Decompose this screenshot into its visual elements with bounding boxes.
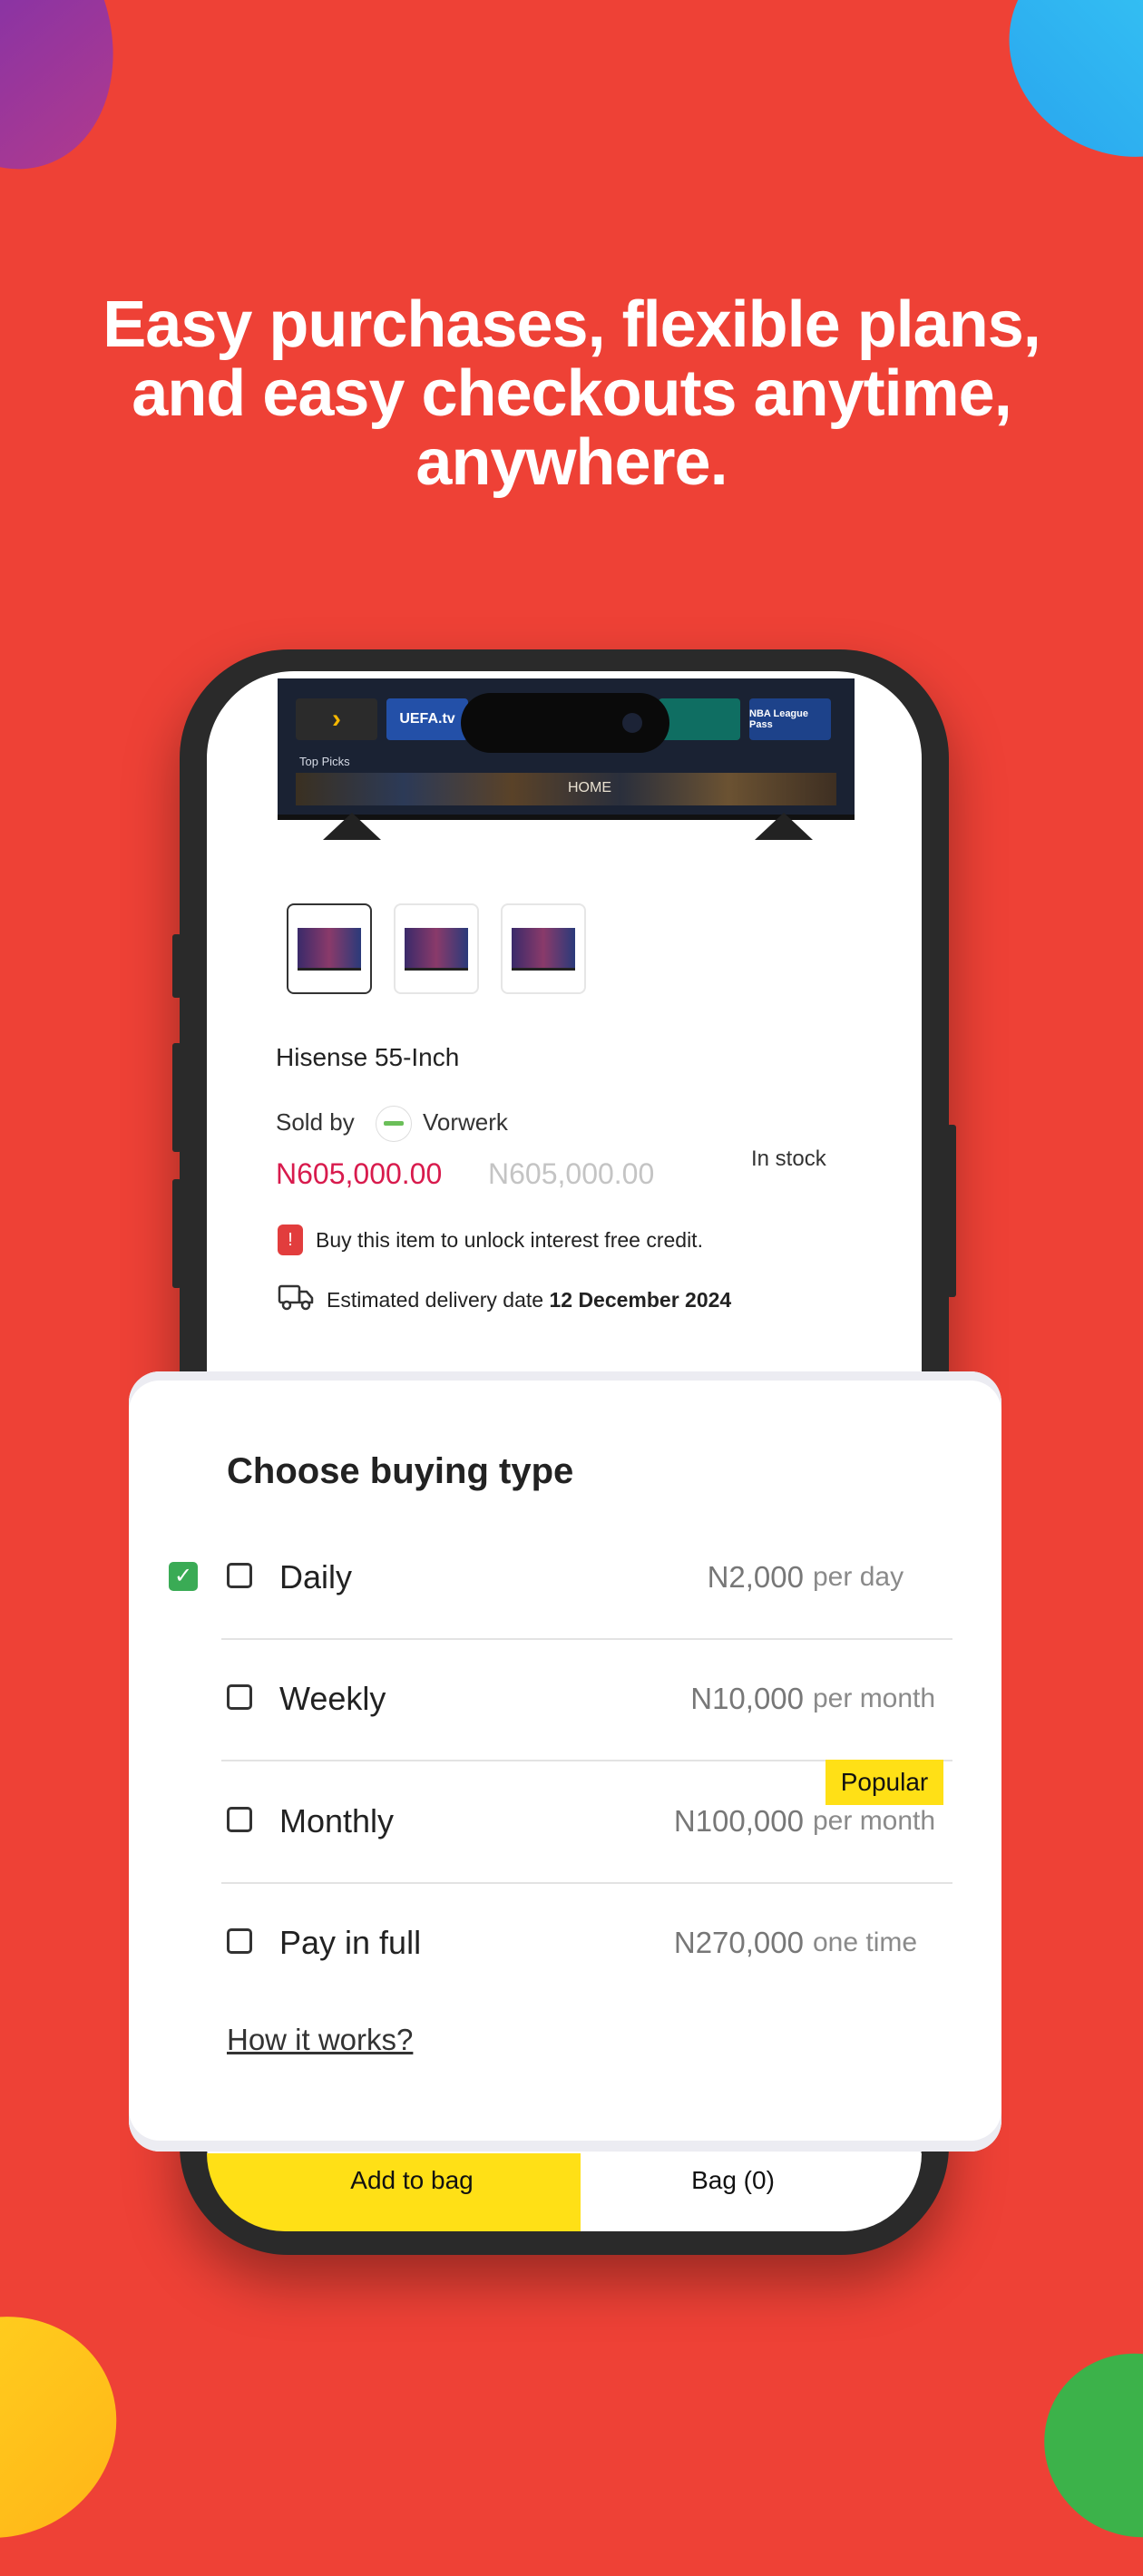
checkbox[interactable] bbox=[227, 1807, 252, 1832]
decorative-blob-purple bbox=[0, 0, 151, 201]
product-price: N605,000.00 bbox=[276, 1157, 443, 1190]
vendor-name[interactable]: Vorwerk bbox=[423, 1108, 508, 1137]
phone-power-button bbox=[947, 1125, 956, 1297]
truck-icon bbox=[278, 1284, 314, 1311]
option-label: Weekly bbox=[279, 1680, 386, 1717]
tv-tile-uefa: UEFA.tv bbox=[386, 698, 468, 740]
option-label: Daily bbox=[279, 1558, 353, 1595]
phone-side-button bbox=[172, 1179, 181, 1288]
product-name: Hisense 55-Inch bbox=[276, 1043, 460, 1071]
delivery-label: Estimated delivery date bbox=[327, 1288, 544, 1312]
credit-alert-icon: ! bbox=[278, 1225, 303, 1255]
bag-button[interactable]: Bag (0) bbox=[581, 2153, 922, 2231]
stock-status: In stock bbox=[751, 1147, 826, 1171]
option-row-weekly[interactable]: Weekly N10,000 per month bbox=[221, 1638, 952, 1761]
vendor-logo bbox=[376, 1106, 412, 1142]
sheet-title: Choose buying type bbox=[227, 1451, 574, 1491]
add-to-bag-button[interactable]: Add to bag bbox=[207, 2153, 581, 2231]
thumbnail-2[interactable] bbox=[394, 903, 479, 994]
tv-strip-label: HOME bbox=[568, 780, 611, 795]
tv-top-picks-label: Top Picks bbox=[299, 755, 350, 768]
tv-content-strip: HOME bbox=[296, 773, 836, 805]
how-it-works-link[interactable]: How it works? bbox=[227, 2023, 413, 2057]
decorative-blob-blue bbox=[973, 0, 1143, 195]
headline: Easy purchases, flexible plans, and easy… bbox=[103, 288, 1041, 499]
dynamic-island bbox=[461, 693, 669, 753]
sold-by-label: Sold by bbox=[276, 1108, 355, 1136]
checkbox[interactable] bbox=[227, 1928, 252, 1954]
option-label: Pay in full bbox=[279, 1924, 422, 1961]
option-period: per month bbox=[813, 1806, 936, 1836]
checkbox[interactable] bbox=[227, 1563, 252, 1588]
delivery-date: 12 December 2024 bbox=[549, 1288, 732, 1312]
thumbnail-1[interactable] bbox=[287, 903, 372, 994]
tv-tile-nba: NBA League Pass bbox=[749, 698, 831, 740]
option-amount: N270,000 bbox=[673, 1926, 804, 1959]
option-period: one time bbox=[813, 1927, 918, 1957]
tv-stand-right bbox=[755, 813, 813, 840]
tv-tile-plex: › bbox=[296, 698, 377, 740]
thumbnail-3[interactable] bbox=[501, 903, 586, 994]
product-old-price: N605,000.00 bbox=[488, 1157, 655, 1190]
phone-side-button bbox=[172, 1043, 181, 1152]
decorative-blob-green bbox=[1011, 2318, 1143, 2572]
checkbox[interactable] bbox=[227, 1684, 252, 1710]
option-amount: N100,000 bbox=[673, 1804, 804, 1838]
option-row-daily[interactable]: Daily N2,000 per day bbox=[221, 1517, 952, 1640]
option-amount: N10,000 bbox=[690, 1682, 804, 1715]
delivery-info: Estimated delivery date 12 December 2024 bbox=[327, 1288, 731, 1312]
decorative-blob-yellow bbox=[0, 2278, 153, 2576]
popular-badge: Popular bbox=[826, 1760, 943, 1805]
option-period: per day bbox=[813, 1562, 904, 1592]
credit-info-text: Buy this item to unlock interest free cr… bbox=[316, 1228, 703, 1252]
phone-side-button bbox=[172, 934, 181, 998]
option-label: Monthly bbox=[279, 1802, 395, 1839]
tv-tile-green bbox=[659, 698, 740, 740]
option-amount: N2,000 bbox=[707, 1560, 804, 1594]
tv-stand-left bbox=[323, 813, 381, 840]
option-row-pay-in-full[interactable]: Pay in full N270,000 one time bbox=[221, 1882, 952, 2004]
option-period: per month bbox=[813, 1683, 936, 1713]
selected-check-icon: ✓ bbox=[169, 1562, 198, 1591]
